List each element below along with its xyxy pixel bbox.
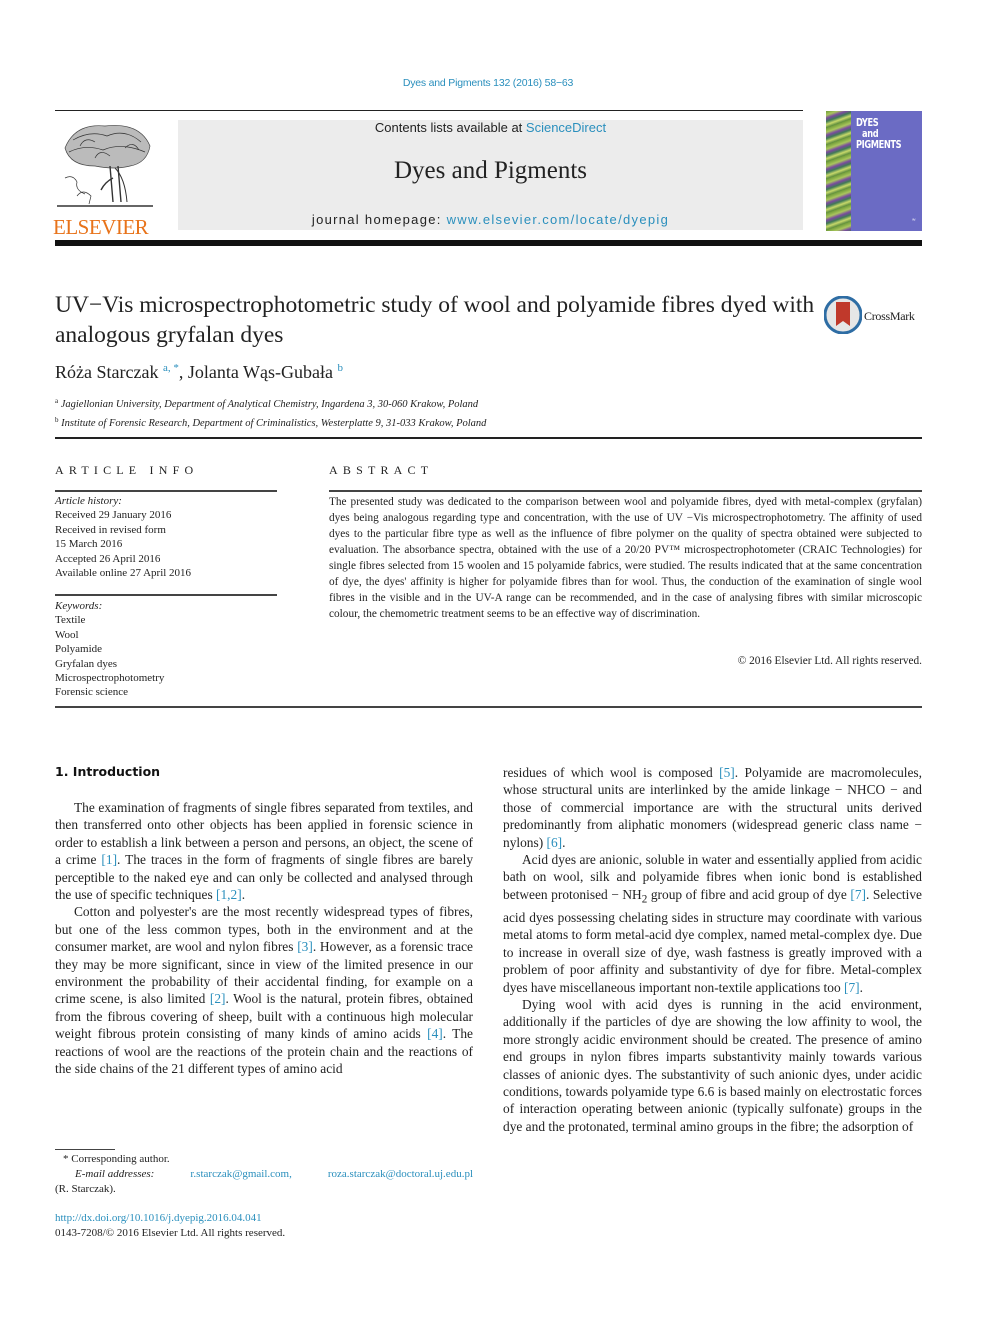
keywords-rule bbox=[55, 594, 277, 596]
text-run: residues of which wool is composed bbox=[503, 765, 720, 780]
sciencedirect-link[interactable]: ScienceDirect bbox=[526, 120, 606, 135]
footnote: * Corresponding author. E-mail addresses… bbox=[55, 1152, 473, 1197]
corresponding-author-text: Corresponding author. bbox=[71, 1153, 170, 1165]
history-item: Accepted 26 April 2016 bbox=[55, 552, 161, 565]
keywords: Keywords: Textile Wool Polyamide Gryfala… bbox=[55, 599, 164, 700]
title-divider bbox=[55, 437, 922, 439]
contents-line: Contents lists available at ScienceDirec… bbox=[178, 120, 803, 135]
keyword-item: Textile bbox=[55, 614, 86, 627]
footnote-rule bbox=[55, 1149, 115, 1150]
citation-link[interactable]: [5] bbox=[719, 765, 735, 780]
crossmark-label: CrossMark bbox=[864, 309, 915, 323]
affiliation-mark: b bbox=[55, 415, 59, 424]
history-item: 15 March 2016 bbox=[55, 538, 123, 551]
email-link[interactable]: roza.starczak@doctoral.uj.edu.pl bbox=[328, 1167, 473, 1182]
author-name[interactable]: Jolanta Wąs-Gubała bbox=[188, 362, 333, 382]
citation-link[interactable]: [3] bbox=[297, 939, 313, 954]
article-title: UV−Vis microspectrophotometric study of … bbox=[55, 292, 815, 348]
affiliation-text: Institute of Forensic Research, Departme… bbox=[61, 417, 487, 429]
journal-citation-link[interactable]: Dyes and Pigments 132 (2016) 58−63 bbox=[0, 77, 976, 89]
affiliation-text: Jagiellonian University, Department of A… bbox=[60, 399, 479, 410]
affiliation-mark: a bbox=[55, 397, 59, 405]
keyword-item: Polyamide bbox=[55, 643, 103, 656]
citation-link[interactable]: [4] bbox=[427, 1026, 443, 1041]
affiliation-item: b Institute of Forensic Research, Depart… bbox=[55, 413, 486, 432]
body-column-left: The examination of fragments of single f… bbox=[55, 799, 473, 1078]
history-item: Received in revised form bbox=[55, 523, 166, 536]
author-name[interactable]: Róża Starczak bbox=[55, 362, 158, 382]
affiliations: a Jagiellonian University, Department of… bbox=[55, 394, 486, 431]
email-label: E-mail addresses: bbox=[75, 1168, 155, 1180]
keywords-label: Keywords: bbox=[55, 600, 103, 612]
issn-copyright: 0143-7208/© 2016 Elsevier Ltd. All right… bbox=[55, 1227, 286, 1239]
article-history-label: Article history: bbox=[55, 495, 122, 507]
header-rule bbox=[55, 110, 803, 111]
abstract-copyright: © 2016 Elsevier Ltd. All rights reserved… bbox=[737, 655, 922, 667]
homepage-prefix: journal homepage: bbox=[311, 212, 447, 227]
article-info-heading: ARTICLE INFO bbox=[55, 463, 199, 477]
text-run: . bbox=[241, 887, 246, 903]
citation-link[interactable]: [1,2] bbox=[216, 887, 242, 902]
cover-title-line: PIGMENTS bbox=[856, 138, 902, 151]
history-item: Received 29 January 2016 bbox=[55, 509, 172, 522]
citation-link[interactable]: [6] bbox=[547, 835, 563, 850]
keyword-item: Gryfalan dyes bbox=[55, 657, 118, 670]
text-run: group of fibre and acid group of dye bbox=[647, 886, 851, 902]
citation-link[interactable]: [7] bbox=[844, 980, 860, 995]
abstract-rule bbox=[329, 490, 922, 492]
corresponding-author-note: * Corresponding author. bbox=[55, 1152, 473, 1167]
text-run: . Selective acid dyes possessing chelati… bbox=[503, 886, 923, 995]
text-run: . The traces in the form of fragments of… bbox=[55, 852, 474, 903]
crossmark-icon bbox=[824, 296, 862, 334]
crossmark-button[interactable]: CrossMark bbox=[823, 296, 923, 336]
text-run: . bbox=[859, 979, 863, 995]
paragraph: The examination of fragments of single f… bbox=[55, 799, 473, 903]
journal-cover-thumbnail[interactable]: DYES and PIGMENTS ≈ bbox=[826, 111, 922, 231]
abstract-text: The presented study was dedicated to the… bbox=[329, 496, 922, 620]
article-history: Article history: Received 29 January 201… bbox=[55, 494, 191, 580]
keyword-item: Wool bbox=[55, 628, 79, 641]
history-item: Available online 27 April 2016 bbox=[55, 567, 192, 580]
cover-publisher-mark: ≈ bbox=[911, 217, 916, 223]
author-list: Róża Starczak a, *, Jolanta Wąs-Gubała b bbox=[55, 362, 343, 382]
journal-name: Dyes and Pigments bbox=[393, 157, 588, 184]
text-run: . bbox=[562, 834, 566, 850]
header-thick-rule bbox=[55, 240, 922, 246]
keyword-item: Forensic science bbox=[55, 686, 128, 699]
cover-title: DYES and PIGMENTS bbox=[856, 117, 902, 151]
citation-link[interactable]: [7] bbox=[850, 887, 866, 902]
author-affiliation-mark[interactable]: a, * bbox=[163, 362, 179, 374]
journal-homepage-line: journal homepage: www.elsevier.com/locat… bbox=[178, 212, 803, 227]
paragraph: Dying wool with acid dyes is running in … bbox=[503, 996, 922, 1134]
journal-homepage-link[interactable]: www.elsevier.com/locate/dyepig bbox=[447, 212, 670, 227]
doi-block: http://dx.doi.org/10.1016/j.dyepig.2016.… bbox=[55, 1211, 285, 1241]
paragraph: Acid dyes are anionic, soluble in water … bbox=[503, 851, 922, 996]
keyword-item: Microspectrophotometry bbox=[55, 672, 165, 685]
elsevier-wordmark: ELSEVIER bbox=[53, 215, 149, 239]
elsevier-logo[interactable]: ELSEVIER bbox=[53, 118, 157, 239]
citation-link[interactable]: [2] bbox=[210, 991, 226, 1006]
affiliation-item: a Jagiellonian University, Department of… bbox=[55, 394, 486, 413]
email-link[interactable]: r.starczak@gmail.com, bbox=[190, 1167, 291, 1182]
contents-prefix: Contents lists available at bbox=[374, 120, 526, 135]
citation-link[interactable]: [1] bbox=[101, 852, 117, 867]
footnote-marker: * bbox=[63, 1153, 69, 1165]
paragraph: Cotton and polyester's are the most rece… bbox=[55, 903, 473, 1077]
elsevier-tree-icon bbox=[57, 125, 153, 207]
email-owner: (R. Starczak). bbox=[55, 1183, 116, 1195]
author-affiliation-mark[interactable]: b bbox=[337, 362, 343, 374]
doi-link[interactable]: http://dx.doi.org/10.1016/j.dyepig.2016.… bbox=[55, 1212, 262, 1224]
email-line: E-mail addresses: r.starczak@gmail.com, … bbox=[55, 1167, 473, 1182]
body-column-right: residues of which wool is composed [5] . … bbox=[503, 764, 922, 1135]
front-matter-rule bbox=[55, 706, 922, 708]
section-heading-introduction: 1. Introduction bbox=[55, 764, 161, 779]
paragraph: residues of which wool is composed [5]. … bbox=[503, 764, 922, 851]
cover-art-strip bbox=[826, 111, 851, 231]
abstract-heading: ABSTRACT bbox=[329, 463, 434, 477]
article-info-rule bbox=[55, 490, 277, 492]
